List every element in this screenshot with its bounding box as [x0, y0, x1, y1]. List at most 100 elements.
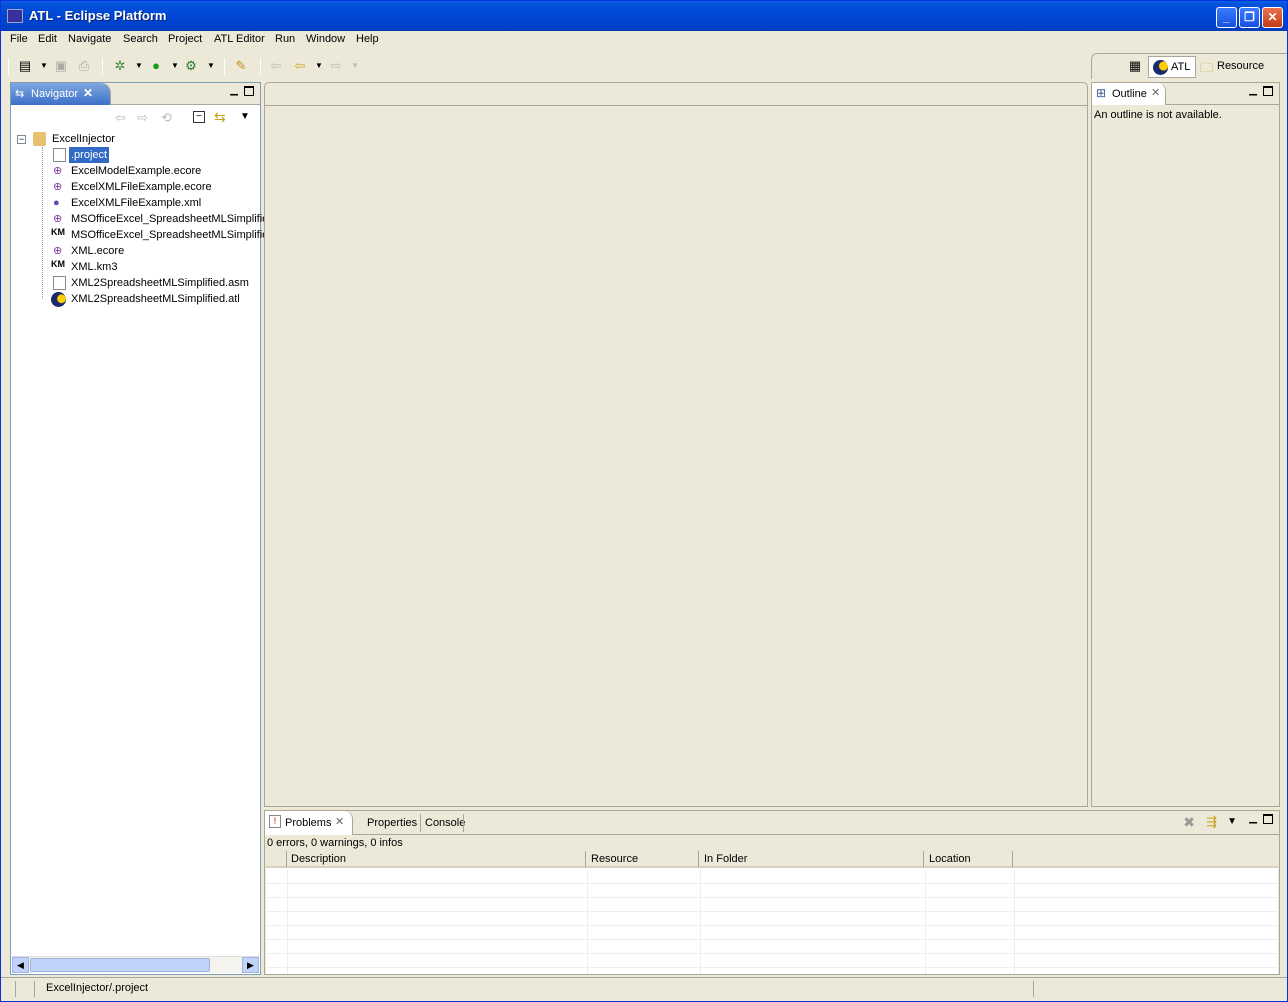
perspective-resource[interactable]: 🗀 Resource: [1198, 56, 1284, 78]
ecore-file-icon: ⊕: [53, 181, 63, 193]
menu-navigate[interactable]: Navigate: [68, 33, 111, 45]
menu-run[interactable]: Run: [275, 33, 295, 45]
open-perspective-icon[interactable]: ▦: [1126, 57, 1144, 75]
menu-project[interactable]: Project: [168, 33, 202, 45]
scroll-thumb[interactable]: [30, 958, 210, 972]
file-name: MSOfficeExcel_SpreadsheetMLSimplifie: [71, 229, 269, 241]
navigator-icon: ⇆: [15, 88, 25, 100]
ecore-file-icon: ⊕: [53, 245, 63, 257]
chevron-down-icon[interactable]: ▼: [171, 57, 179, 75]
outline-view: ⊞ Outline ✕ ▁ An outline is not availabl…: [1091, 82, 1280, 807]
scroll-right-icon[interactable]: ▶: [242, 957, 259, 973]
minimize-icon[interactable]: ▁: [1249, 813, 1257, 824]
tab-properties[interactable]: Properties: [367, 817, 417, 829]
forward-icon[interactable]: ⇨: [137, 110, 148, 126]
close-button[interactable]: ✕: [1262, 7, 1283, 28]
back-arrow-icon[interactable]: ⇦: [291, 57, 309, 75]
column-header-description[interactable]: Description: [287, 851, 586, 867]
column-line: [700, 870, 701, 974]
chevron-down-icon[interactable]: ▼: [135, 57, 143, 75]
horizontal-scrollbar[interactable]: ◀ ▶: [12, 956, 259, 973]
eclipse-window: ATL - Eclipse Platform _ ❐ ✕ File Edit N…: [0, 0, 1288, 1002]
close-icon[interactable]: ✕: [83, 86, 93, 100]
column-header-location[interactable]: Location: [925, 851, 1013, 867]
chevron-down-icon[interactable]: ▼: [315, 57, 323, 75]
view-menu-icon[interactable]: ▼: [240, 111, 250, 122]
column-line: [587, 870, 588, 974]
xml-file-icon: ●: [53, 197, 60, 209]
save-icon[interactable]: ▣: [52, 57, 70, 75]
tab-outline[interactable]: ⊞ Outline ✕: [1092, 83, 1166, 105]
chevron-down-icon[interactable]: ▼: [351, 57, 359, 75]
problems-view: ! Problems ✕ Properties Console ✖ ⇶ ▼ ▁ …: [264, 810, 1280, 975]
bottom-tab-header: ! Problems ✕ Properties Console ✖ ⇶ ▼ ▁: [265, 811, 1279, 835]
scroll-left-icon[interactable]: ◀: [12, 957, 29, 973]
new-wizard-icon[interactable]: ▤: [16, 57, 34, 75]
column-header-resource[interactable]: Resource: [587, 851, 699, 867]
link-with-editor-icon[interactable]: ⇆: [214, 109, 226, 126]
print-icon[interactable]: ⎙: [75, 57, 93, 75]
filter-icon[interactable]: ⇶: [1206, 814, 1217, 830]
perspective-resource-label: Resource: [1217, 60, 1265, 72]
view-menu-icon[interactable]: ▼: [1227, 816, 1237, 827]
file-name: XML.ecore: [71, 245, 125, 257]
ecore-file-icon: ⊕: [53, 165, 63, 177]
column-header-type[interactable]: [266, 851, 287, 867]
file-name: ExcelXMLFileExample.ecore: [71, 181, 212, 193]
outline-tab-header: ⊞ Outline ✕ ▁: [1092, 83, 1279, 105]
perspective-atl[interactable]: ATL: [1148, 56, 1196, 78]
project-folder-icon: [33, 132, 46, 146]
atl-icon: [1153, 60, 1168, 75]
minimize-button[interactable]: _: [1216, 7, 1237, 28]
minimize-icon[interactable]: ▁: [1249, 85, 1257, 96]
status-text: ExcelInjector/.project: [46, 982, 149, 994]
tab-console[interactable]: Console: [425, 817, 465, 829]
menu-file[interactable]: File: [10, 33, 28, 45]
chevron-down-icon[interactable]: ▼: [40, 57, 48, 75]
km3-file-icon: KM: [51, 227, 65, 237]
perspective-atl-label: ATL: [1171, 61, 1191, 73]
status-bar: ExcelInjector/.project: [1, 977, 1287, 999]
column-line: [925, 870, 926, 974]
close-icon[interactable]: ✕: [1151, 86, 1160, 99]
delete-icon[interactable]: ✖: [1183, 814, 1195, 831]
tab-separator: [420, 814, 421, 832]
tab-problems[interactable]: ! Problems ✕: [265, 811, 353, 835]
pencil-icon[interactable]: ✎: [232, 57, 250, 75]
minimize-icon[interactable]: ▁: [230, 85, 238, 96]
file-name: XML.km3: [71, 261, 118, 273]
run-icon[interactable]: ●: [147, 57, 165, 75]
navigator-tab-header: ⇆ Navigator ✕ ▁: [11, 83, 260, 105]
up-icon[interactable]: ⟲: [161, 110, 172, 126]
close-icon[interactable]: ✕: [335, 815, 344, 828]
collapse-all-icon[interactable]: −: [193, 111, 205, 123]
debug-icon[interactable]: ✲: [111, 57, 129, 75]
menu-help[interactable]: Help: [356, 33, 379, 45]
maximize-icon[interactable]: [1263, 814, 1273, 824]
chevron-down-icon[interactable]: ▼: [207, 57, 215, 75]
toolbar-separator: [260, 58, 261, 75]
title-bar[interactable]: ATL - Eclipse Platform _ ❐ ✕: [1, 1, 1287, 31]
menu-search[interactable]: Search: [123, 33, 158, 45]
last-edit-icon[interactable]: ⇦: [267, 57, 285, 75]
file-name: XML2SpreadsheetMLSimplified.atl: [71, 293, 240, 305]
menu-edit[interactable]: Edit: [38, 33, 57, 45]
maximize-icon[interactable]: [1263, 86, 1273, 96]
back-icon[interactable]: ⇦: [115, 110, 126, 126]
table-header: Description Resource In Folder Location: [266, 851, 1278, 868]
column-header-in-folder[interactable]: In Folder: [700, 851, 924, 867]
project-name: ExcelInjector: [52, 133, 115, 145]
menu-atl-editor[interactable]: ATL Editor: [214, 33, 265, 45]
maximize-button[interactable]: ❐: [1239, 7, 1260, 28]
external-tools-icon[interactable]: ⚙: [182, 57, 200, 75]
file-name: XML2SpreadsheetMLSimplified.asm: [71, 277, 249, 289]
file-name: .project: [69, 147, 110, 163]
collapse-toggle-icon[interactable]: −: [17, 135, 26, 144]
menu-window[interactable]: Window: [306, 33, 345, 45]
maximize-icon[interactable]: [244, 86, 254, 96]
forward-arrow-icon[interactable]: ⇨: [327, 57, 345, 75]
problems-icon: !: [269, 815, 281, 828]
table-body: [266, 870, 1278, 974]
file-name: ExcelModelExample.ecore: [71, 165, 202, 177]
tab-navigator[interactable]: ⇆ Navigator ✕: [11, 83, 111, 105]
